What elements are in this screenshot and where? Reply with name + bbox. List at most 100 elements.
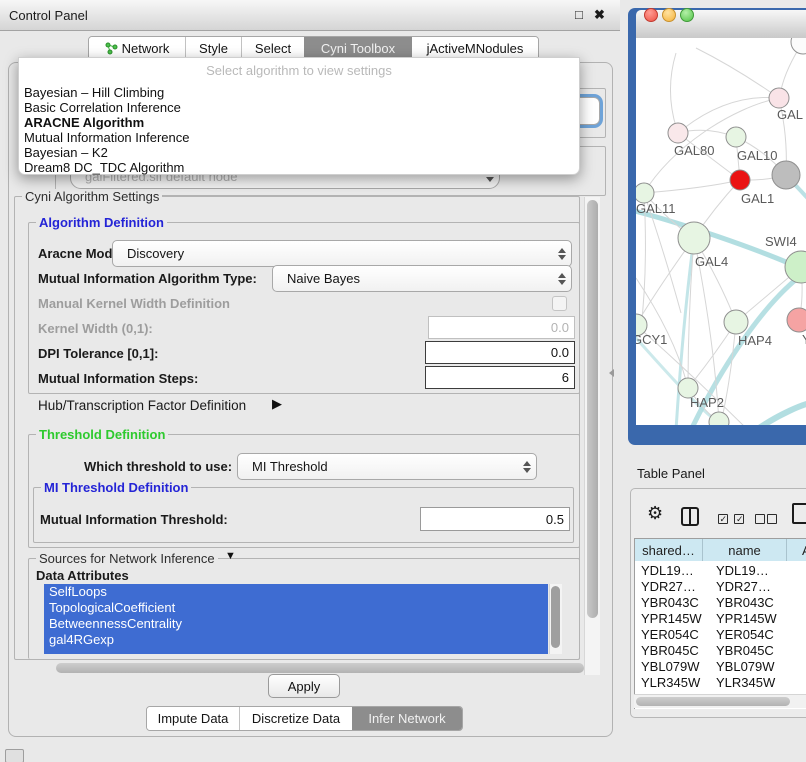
table-row[interactable]: YDL19…YDL19…13 — [635, 562, 806, 578]
panel-title: Control Panel — [0, 8, 88, 23]
node-label: GAL10 — [737, 148, 777, 163]
control-panel-titlebar: Control Panel — [0, 0, 620, 31]
select-all-checks-icon[interactable]: ✓ ✓ — [718, 511, 744, 529]
tab-infer-network[interactable]: Infer Network — [352, 707, 462, 730]
node-label: GAL1 — [741, 191, 774, 206]
node-bottom[interactable] — [709, 412, 729, 425]
node-unlabeled[interactable] — [791, 38, 806, 54]
node-gal10[interactable] — [726, 127, 746, 147]
zoom-traffic-light-icon[interactable] — [680, 8, 694, 22]
settings-vertical-scrollbar[interactable] — [584, 197, 600, 675]
table-header-row: shared… name A — [635, 539, 806, 561]
aracne-mode-combo[interactable]: Discovery — [112, 240, 572, 267]
list-item-gal4rgexp[interactable]: gal4RGexp — [44, 632, 548, 648]
minimize-traffic-light-icon[interactable] — [662, 8, 676, 22]
table-row[interactable]: YBL079WYBL079W — [635, 659, 806, 675]
node-gal80[interactable] — [668, 123, 688, 143]
settings-horizontal-scrollbar[interactable] — [16, 661, 582, 675]
pane-divider-arrow-icon[interactable] — [609, 369, 614, 377]
mi-type-label: Mutual Information Algorithm Type: — [38, 271, 257, 286]
menu-item-mutual-information[interactable]: Mutual Information Inference — [19, 130, 579, 145]
algorithm-dropdown-popup: Select algorithm to view settings Bayesi… — [18, 57, 580, 175]
which-threshold-combo[interactable]: MI Threshold — [237, 453, 537, 480]
node-gal1[interactable] — [730, 170, 750, 190]
node-gal11[interactable] — [636, 183, 654, 203]
application-window: Control Panel □ ✖ Network Style Select C… — [0, 0, 806, 762]
minimized-panel-icon[interactable] — [5, 749, 24, 762]
node-label: GCY1 — [636, 332, 667, 347]
combo-arrows-icon — [518, 461, 536, 473]
sources-title: Sources for Network Inference — [36, 551, 218, 566]
split-columns-icon[interactable] — [681, 507, 699, 526]
menu-item-basic-correlation[interactable]: Basic Correlation Inference — [19, 100, 579, 115]
hub-expand-arrow-icon[interactable]: ▶ — [272, 396, 282, 412]
table-row[interactable]: YBR045CYBR045C9. — [635, 642, 806, 658]
data-attributes-list: SelfLoops TopologicalCoefficient Between… — [44, 584, 548, 654]
menu-item-dream8[interactable]: Dream8 DC_TDC Algorithm — [19, 160, 579, 175]
list-item-betweennesscentrality[interactable]: BetweennessCentrality — [44, 616, 548, 632]
tab-discretize-data[interactable]: Discretize Data — [239, 707, 352, 730]
table-row[interactable]: YDR27…YDR27…12 — [635, 578, 806, 594]
cyni-mode-tabs: Impute Data Discretize Data Infer Networ… — [146, 706, 463, 731]
manual-kernel-label: Manual Kernel Width Definition — [38, 296, 230, 311]
network-canvas[interactable]: GAL GAL80 GAL10 GAL1 GAL11 GAL4 SWI4 GCY… — [636, 38, 806, 425]
column-header-shared[interactable]: shared… — [635, 539, 703, 561]
cyni-settings-title: Cyni Algorithm Settings — [22, 189, 162, 204]
dpi-tolerance-label: DPI Tolerance [0,1]: — [38, 346, 158, 361]
which-threshold-label: Which threshold to use: — [84, 459, 232, 474]
node-label: HAP4 — [738, 333, 772, 348]
gear-icon[interactable]: ⚙ — [647, 503, 663, 524]
algorithm-definition-title: Algorithm Definition — [36, 215, 167, 230]
tab-impute-data[interactable]: Impute Data — [147, 707, 239, 730]
node-label: HAP2 — [690, 395, 724, 410]
manual-kernel-checkbox[interactable] — [552, 296, 567, 311]
network-graph: GAL GAL80 GAL10 GAL1 GAL11 GAL4 SWI4 GCY… — [636, 38, 806, 425]
threshold-definition-title: Threshold Definition — [36, 427, 168, 442]
attributes-list-scrollbar[interactable] — [549, 584, 562, 654]
column-header-3[interactable]: A — [787, 539, 806, 561]
mi-type-combo[interactable]: Naive Bayes — [272, 265, 572, 292]
deselect-all-checks-icon[interactable] — [755, 511, 777, 529]
tab-network-label: Network — [122, 41, 170, 56]
table-rows: YDL19…YDL19…13 YDR27…YDR27…12 YBR043CYBR… — [635, 562, 806, 707]
menu-item-bayesian-hill-climbing[interactable]: Bayesian – Hill Climbing — [19, 85, 579, 100]
table-panel-title: Table Panel — [637, 466, 705, 481]
close-traffic-light-icon[interactable] — [644, 8, 658, 22]
node-label: GAL11 — [636, 201, 676, 216]
table-row[interactable]: YER054CYER054C8. — [635, 626, 806, 642]
network-tab-icon — [105, 42, 118, 55]
table-row[interactable]: YPR145WYPR145W9. — [635, 610, 806, 626]
close-panel-icon[interactable]: ✖ — [594, 7, 605, 23]
node-label: Y — [802, 332, 806, 347]
node-gray[interactable] — [772, 161, 800, 189]
column-header-name[interactable]: name — [703, 539, 787, 561]
node-y[interactable] — [787, 308, 806, 332]
mi-steps-label: Mutual Information Steps: — [38, 371, 198, 386]
mi-steps-field[interactable]: 6 — [425, 366, 575, 389]
dropdown-hint: Select algorithm to view settings — [19, 58, 579, 85]
node-hap4[interactable] — [724, 310, 748, 334]
dpi-tolerance-field[interactable]: 0.0 — [425, 341, 575, 364]
node-gal4[interactable] — [678, 222, 710, 254]
apply-button[interactable]: Apply — [268, 674, 340, 698]
table-horizontal-scrollbar[interactable] — [634, 694, 806, 708]
document-icon[interactable] — [792, 503, 806, 524]
node-label: GAL — [777, 107, 803, 122]
kernel-width-field[interactable]: 0.0 — [428, 316, 575, 339]
list-item-topologicalcoefficient[interactable]: TopologicalCoefficient — [44, 600, 548, 616]
node-label: GAL4 — [695, 254, 728, 269]
combo-arrows-icon — [553, 273, 571, 285]
table-row[interactable]: YBR043CYBR043C — [635, 594, 806, 610]
node-label: SWI4 — [765, 234, 797, 249]
menu-item-aracne[interactable]: ARACNE Algorithm — [19, 115, 579, 130]
sources-collapse-arrow-icon[interactable]: ▼ — [225, 550, 236, 562]
node-gal2[interactable] — [769, 88, 789, 108]
list-item-selfloops[interactable]: SelfLoops — [44, 584, 548, 600]
mi-threshold-title: MI Threshold Definition — [41, 480, 191, 495]
kernel-width-label: Kernel Width (0,1): — [38, 321, 153, 336]
float-window-icon[interactable]: □ — [575, 7, 583, 22]
table-row[interactable]: YLR345WYLR345W9. — [635, 675, 806, 691]
mi-threshold-field[interactable]: 0.5 — [420, 507, 570, 531]
mi-threshold-label: Mutual Information Threshold: — [40, 512, 228, 527]
menu-item-bayesian-k2[interactable]: Bayesian – K2 — [19, 145, 579, 160]
